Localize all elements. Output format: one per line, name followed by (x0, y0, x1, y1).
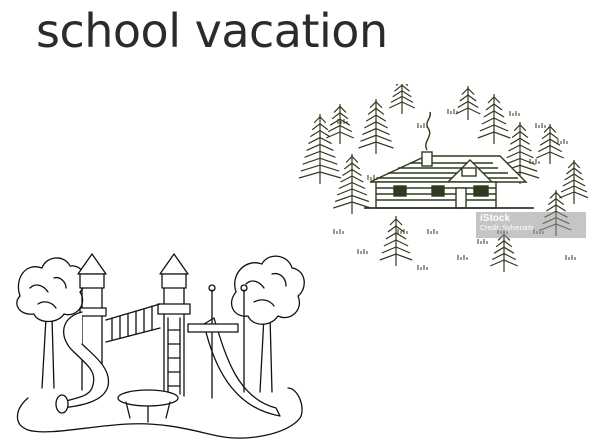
grass-tuft (357, 249, 368, 254)
watermark-credit: Credit: Sylverarts (480, 225, 534, 232)
grass-tuft (509, 111, 520, 116)
tree-icon (231, 255, 305, 393)
bridge (105, 303, 161, 343)
watermark-banner: iStock Credit: Sylverarts (476, 212, 586, 238)
pine-tree-icon (455, 86, 481, 120)
pine-tree-icon (489, 232, 519, 272)
pine-tree-icon (333, 154, 371, 214)
pine-tree-icon (325, 104, 355, 144)
grass-tuft (417, 265, 428, 270)
pine-tree-icon (388, 84, 416, 114)
cabin-forest-illustration (298, 84, 588, 272)
grass-tuft (535, 123, 546, 128)
slide (203, 317, 281, 417)
watermark-brand: iStock (480, 213, 511, 224)
playground-illustration (16, 253, 305, 439)
grass-tuft (427, 229, 438, 234)
trampoline-icon (117, 389, 179, 423)
cabin-icon (364, 111, 534, 209)
grass-tuft (333, 229, 344, 234)
pine-tree-icon (559, 160, 588, 204)
pine-tree-icon (477, 94, 511, 144)
pine-tree-icon (379, 216, 413, 266)
grass-tuft (457, 255, 468, 260)
grass-tuft (417, 123, 428, 128)
grass-tuft (557, 139, 568, 144)
pine-tree-icon (298, 114, 342, 184)
pine-tree-icon (358, 99, 394, 154)
grass-tuft (447, 109, 458, 114)
grass-tuft (565, 255, 576, 260)
right-tower (157, 253, 191, 397)
pine-tree-icon (535, 124, 565, 164)
grass-tuft (477, 239, 488, 244)
page-title: school vacation (36, 4, 388, 58)
